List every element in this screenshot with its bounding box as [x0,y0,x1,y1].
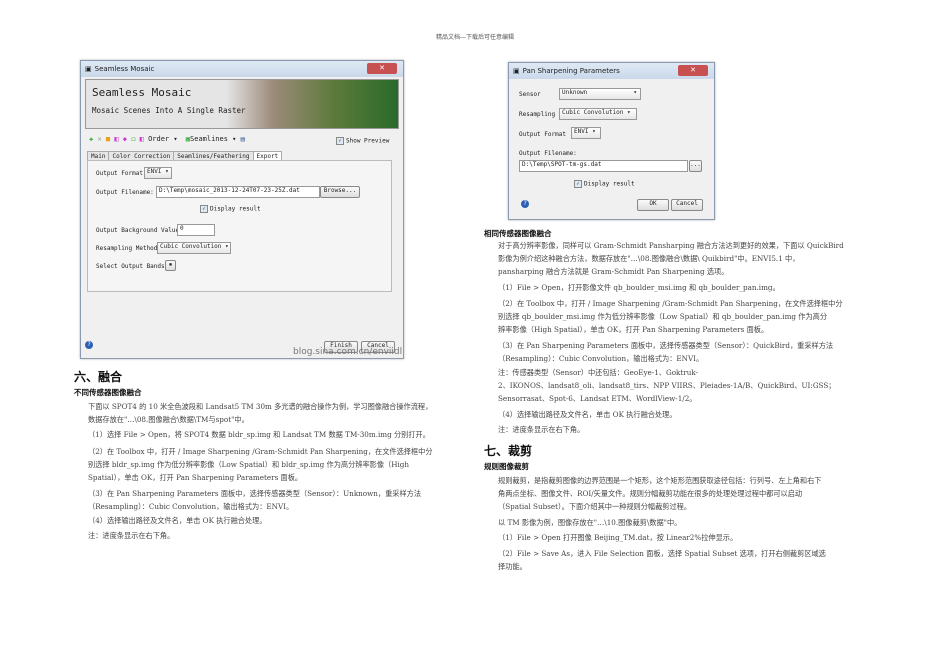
paragraph-line: 别选择 qb_boulder_msi.img 作为低分辨率影像（Low Spat… [498,312,828,321]
resampling-select[interactable]: Cubic Convolution ▾ [157,242,231,254]
title-bar: ▣ Pan Sharpening Parameters ✕ [509,63,714,79]
seamless-mosaic-window: ▣ Seamless Mosaic ✕ Seamless Mosaic Mosaic… [80,60,404,359]
paragraph-line: pansharping 融合方法就是 Gram-Schmidt Pan Shar… [498,267,729,276]
subheading-regular-crop: 规则图像裁剪 [484,462,529,471]
section-heading-crop: 七、裁剪 [484,444,533,458]
paragraph-line: 注：传感器类型（Sensor）中还包括：GeoEye-1、Goktruk- [498,368,698,377]
paragraph-line: （3）在 Pan Sharpening Parameters 面板中，选择传感器… [88,489,422,498]
paragraph-line: 注：进度条显示在右下角。 [498,425,585,434]
browse-button[interactable]: ... [689,160,702,172]
output-format-select[interactable]: ENVI ▾ [144,167,172,179]
help-icon[interactable]: ? [85,341,93,349]
layers-icon[interactable]: ◆ [123,135,127,143]
paragraph-line: （3）在 Pan Sharpening Parameters 面板中，选择传感器… [498,341,834,350]
resampling-label: Resampling [519,111,556,118]
paragraph-line: （2）在 Toolbox 中，打开 / Image Sharpening /Gr… [498,299,843,308]
close-button[interactable]: ✕ [678,65,708,76]
sensor-label: Sensor [519,91,541,98]
paragraph-line: 别选择 bldr_sp.img 作为低分辨率影像（Low Spatial）和 b… [88,460,410,469]
paragraph-line: 下面以 SPOT4 的 10 米全色波段和 Landsat5 TM 30m 多光… [88,402,433,411]
display-result-checkbox[interactable]: ✓ Display result [574,180,635,188]
paragraph-line: （1）选择 File > Open，将 SPOT4 数据 bldr_sp.img… [88,430,430,439]
section-heading-fusion: 六、融合 [74,370,123,384]
banner-subtitle: Mosaic Scenes Into A Single Raster [92,106,246,115]
title-bar: ▣ Seamless Mosaic ✕ [81,61,403,77]
paragraph-line: （4）选择输出路径及文件名，单击 OK 执行融合处理。 [88,516,267,525]
add-icon[interactable]: ✚ [89,135,93,143]
paragraph-line: 规则裁剪，是指裁剪图像的边界范围是一个矩形，这个矩形范围获取途径包括：行列号、左… [498,476,822,485]
banner-title: Seamless Mosaic [92,86,192,99]
paragraph-line: 注：进度条显示在右下角。 [88,531,175,540]
output-format-label: Output Format [96,170,143,177]
paragraph-line: 以 TM 影像为例，图像存放在"…\10.图像裁剪\数据"中。 [498,518,682,527]
browse-button[interactable]: Browse... [320,186,360,198]
export-panel: Output Format ENVI ▾ Output Filename: D:… [87,160,392,292]
resampling-select[interactable]: Cubic Convolution ▾ [559,108,637,120]
resampling-label: Resampling Method [96,245,158,252]
show-preview-checkbox[interactable]: ✓ Show Preview [336,137,389,145]
pan-sharpening-window: ▣ Pan Sharpening Parameters ✕ Sensor Unkno… [508,62,715,220]
export-icon[interactable]: ▤ [241,135,245,143]
select-bands-button[interactable]: ▪ [165,260,176,271]
banner: Seamless Mosaic Mosaic Scenes Into A Sin… [85,79,399,129]
remove-icon[interactable]: ✕ [97,135,101,143]
paragraph-line: 影像为例介绍这种融合方法，数据存放在"…\08.图像融合\数据\ Quikbir… [498,254,800,263]
paragraph-line: （2）在 Toolbox 中，打开 / Image Sharpening /Gr… [88,447,433,456]
paragraph-line: 对于高分辨率影像，同样可以 Gram-Schmidt Pansharping 融… [498,241,844,250]
paragraph-line: Spatial），单击 OK，打开 Pan Sharpening Paramet… [88,473,303,482]
ok-button[interactable]: OK [637,199,669,211]
cancel-button[interactable]: Cancel [671,199,703,211]
paragraph-line: Sensorrasat、Spot-6、Landsat ETM、WordlView… [498,394,697,403]
subheading-same-sensor: 相同传感器图像融合 [484,229,552,238]
help-icon[interactable]: ? [521,200,529,208]
sensor-select[interactable]: Unknown ▾ [559,88,641,100]
output-filename-label: Output Filename: [519,150,577,157]
display-result-checkbox[interactable]: ✓ Display result [200,205,261,213]
output-format-label: Output Format [519,131,566,138]
app-icon: ▣ [513,67,520,75]
window-title: Seamless Mosaic [94,65,155,73]
background-value-label: Output Background Value [96,227,180,234]
background-value-input[interactable]: 0 [177,224,215,236]
image-icon[interactable]: ■ [106,135,110,143]
paragraph-line: （2）File > Save As，进入 File Selection 面板，选… [498,549,826,558]
watermark: blog.sina.com.cn/enviidl [293,347,403,357]
output-filename-input[interactable]: D:\Temp\SPOT-tm-gs.dat [519,160,688,172]
paragraph-line: 择功能。 [498,562,527,571]
footprint-icon[interactable]: ◧ [114,135,118,143]
app-icon: ▣ [85,65,92,73]
paragraph-line: 角两点坐标、图像文件、ROI/矢量文件。规则分幅裁剪功能在很多的处理处理过程中都… [498,489,803,498]
output-filename-label: Output Filename: [96,189,154,196]
frame-icon[interactable]: ◻ [131,135,135,143]
order-menu[interactable]: Order ▾ [148,135,178,143]
paragraph-line: 数据存放在"…\08.图像融合\数据\TM与spot"中。 [88,415,249,424]
paragraph-line: 2、IKONOS、landsat8_oli、landsat8_tirs、NPP … [498,381,836,390]
subheading-different-sensor: 不同传感器图像融合 [74,388,142,397]
toolbar: ✚ ✕ ■ ◧ ◆ ◻ ◧ Order ▾ ▦Seamlines ▾ ▤ [89,135,245,143]
close-button[interactable]: ✕ [367,63,397,74]
paragraph-line: （Spatial Subset）。下面介绍其中一种规则分幅裁剪过程。 [498,502,692,511]
select-bands-label: Select Output Bands [96,263,165,270]
paragraph-line: 辨率影像（High Spatial），单击 OK，打开 Pan Sharpeni… [498,325,769,334]
output-filename-input[interactable]: D:\Temp\mosaic_2013-12-24T07-23-25Z.dat [156,186,320,198]
paragraph-line: （Resampling）：Cubic Convolution，输出格式为：ENV… [88,502,294,511]
window-title: Pan Sharpening Parameters [522,67,620,75]
paragraph-line: （1）File > Open，打开影像文件 qb_boulder_msi.img… [498,283,780,292]
page-header: 精品文档---下载后可任意编辑 [435,34,515,41]
output-format-select[interactable]: ENVI ▾ [571,127,601,139]
paragraph-line: （4）选择输出路径及文件名，单击 OK 执行融合处理。 [498,410,677,419]
seamlines-menu[interactable]: ▦Seamlines ▾ [186,135,237,143]
paragraph-line: （1）File > Open 打开图像 Beijing_TM.dat，按 Lin… [498,533,738,542]
paragraph-line: （Resampling）：Cubic Convolution，输出格式为：ENV… [498,354,704,363]
group-icon[interactable]: ◧ [140,135,144,143]
